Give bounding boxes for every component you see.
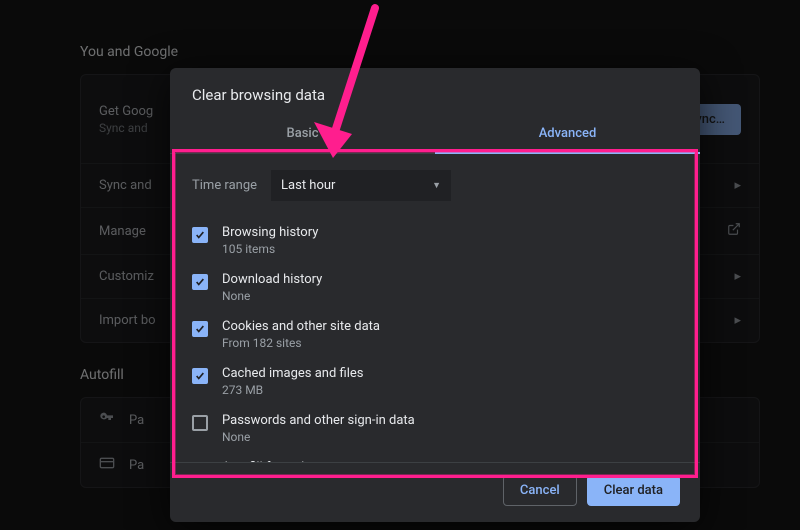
data-type-label: Cached images and files	[222, 366, 363, 381]
data-type-label: Browsing history	[222, 225, 318, 240]
tab-basic[interactable]: Basic	[170, 116, 435, 153]
checkbox[interactable]	[192, 321, 208, 337]
data-type-label: Passwords and other sign-in data	[222, 413, 415, 428]
time-range-value: Last hour	[281, 178, 335, 193]
checkbox[interactable]	[192, 274, 208, 290]
checkmark-icon	[195, 230, 205, 240]
data-type-text: Cached images and files 273 MB	[222, 366, 363, 397]
clear-data-button[interactable]: Clear data	[587, 475, 680, 506]
time-range-label: Time range	[192, 178, 257, 193]
clear-browsing-data-dialog: Clear browsing data Basic Advanced Time …	[170, 68, 700, 522]
data-type-text: Download history None	[222, 272, 322, 303]
data-type-text: Cookies and other site data From 182 site…	[222, 319, 380, 350]
dropdown-triangle-icon: ▼	[432, 180, 441, 191]
data-type-row[interactable]: Cookies and other site data From 182 site…	[192, 311, 678, 358]
data-type-sub: From 182 sites	[222, 336, 380, 350]
modal-overlay: Clear browsing data Basic Advanced Time …	[0, 0, 800, 530]
checkmark-icon	[195, 324, 205, 334]
data-type-sub: 105 items	[222, 242, 318, 256]
data-type-sub: None	[222, 289, 322, 303]
checkbox[interactable]	[192, 415, 208, 431]
dialog-tabs: Basic Advanced	[170, 116, 700, 154]
data-type-row[interactable]: Passwords and other sign-in data None	[192, 405, 678, 452]
data-type-row[interactable]: Cached images and files 273 MB	[192, 358, 678, 405]
dialog-title: Clear browsing data	[170, 68, 700, 116]
checkmark-icon	[195, 277, 205, 287]
data-type-sub: None	[222, 430, 415, 444]
data-type-label: Download history	[222, 272, 322, 287]
checkmark-icon	[195, 371, 205, 381]
data-type-text: Browsing history 105 items	[222, 225, 318, 256]
data-type-row[interactable]: Download history None	[192, 264, 678, 311]
checkbox[interactable]	[192, 227, 208, 243]
data-type-text: Passwords and other sign-in data None	[222, 413, 415, 444]
dialog-footer: Cancel Clear data	[170, 462, 700, 522]
time-range-row: Time range Last hour ▼	[192, 170, 678, 201]
data-type-label: Cookies and other site data	[222, 319, 380, 334]
dialog-body: Time range Last hour ▼ Browsing history 1…	[170, 154, 700, 462]
checkbox[interactable]	[192, 368, 208, 384]
time-range-select[interactable]: Last hour ▼	[271, 170, 451, 201]
data-type-row[interactable]: Browsing history 105 items	[192, 217, 678, 264]
data-type-row[interactable]: Autofill form data	[192, 452, 678, 462]
data-type-sub: 273 MB	[222, 383, 363, 397]
tab-advanced[interactable]: Advanced	[435, 116, 700, 153]
cancel-button[interactable]: Cancel	[503, 475, 577, 506]
